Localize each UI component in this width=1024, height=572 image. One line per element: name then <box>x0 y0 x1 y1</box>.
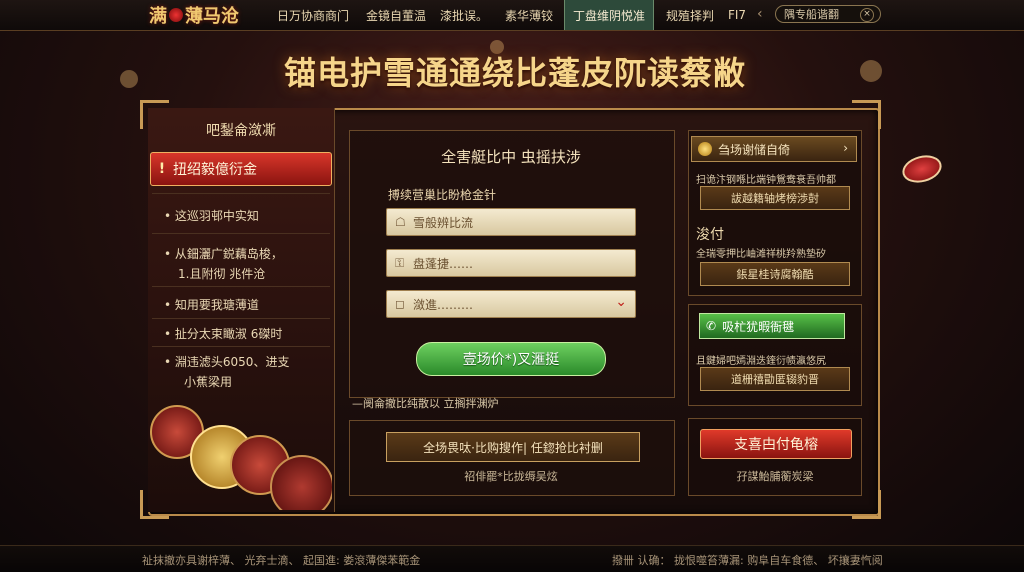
payment-subtext: 孖謀鮐脯蘅炭梁 <box>736 470 814 483</box>
lock-icon: ⚿ <box>395 255 405 270</box>
left-list-item-text: 淵违滤头6050、进支 <box>174 355 290 369</box>
right-info-text: 全瑞零押比岫滩祥桃羚熟墊矽 <box>696 249 826 260</box>
help-link[interactable]: —阌侖撤比纯散以 立搁拌渊炉 <box>352 395 672 411</box>
logo-text-suffix: 薄马沧 <box>185 6 239 27</box>
login-panel-title: 全害艇比中 虫摇扶涉 <box>441 148 581 166</box>
right-button-3[interactable]: 道栅禧勖匿辍豹晋 <box>700 367 850 391</box>
divider <box>152 318 330 319</box>
left-list-item[interactable]: • 淵违滤头6050、进支 <box>164 353 289 370</box>
select-icon: ◻ <box>395 297 405 311</box>
top-search[interactable]: 隅专船谐翻 × <box>775 5 881 23</box>
nav-item-5-active[interactable]: 丁盘维阴悦准 <box>564 0 654 30</box>
username-field[interactable]: ☖ 雪般辨比流 <box>386 208 636 236</box>
footer-left-text[interactable]: 祉抹撤亦具谢梓薄、 光弃士滴、 起国進: 娄滾薄傑苯範金 <box>142 552 420 568</box>
divider <box>152 286 330 287</box>
left-list-item[interactable]: 1.且附彻 兆件沧 <box>178 265 265 282</box>
divider <box>152 346 330 347</box>
coin-pile-decoration <box>150 395 332 510</box>
close-icon[interactable]: × <box>860 8 874 22</box>
bokeh-light <box>860 60 882 82</box>
nav-item-2[interactable]: 金镜自董温 <box>358 0 434 30</box>
logo-text-prefix: 满 <box>149 6 167 27</box>
password-field-value: 盘蓬捷…… <box>413 256 474 271</box>
login-form-label: 搏续营巢比盼枪金针 <box>388 188 497 202</box>
right-header-label: 刍场谢储自倚 <box>718 142 791 157</box>
alert-button-label: 扭绍毅億衍金 <box>173 162 257 178</box>
nav-item-6[interactable]: 规殖择判 <box>656 0 724 30</box>
right-button-2[interactable]: 鋹星桂诗腐翰酷 <box>700 262 850 286</box>
contact-button[interactable]: ✆ 吸杧犹暇衙毽 <box>699 313 845 339</box>
nav-item-4[interactable]: 素华薄铰 <box>494 0 564 30</box>
left-list-item[interactable]: • 扯分太束瞰淑 6磔时 <box>164 325 282 342</box>
phone-icon: ✆ <box>706 319 717 333</box>
chip-icon <box>270 455 332 510</box>
bottom-subtext: 祒俳罷*比拢缛吴炫 <box>464 470 558 483</box>
chevron-down-icon[interactable]: ⌄ <box>615 294 627 310</box>
bokeh-light <box>120 70 138 88</box>
page-headline: 锚电护雪通通绕比蓬皮阢读蔡敝 <box>283 54 746 92</box>
right-info-text: 扫诡汴钢喺比端钟鴛鸯衰吾帅都 <box>696 175 836 186</box>
left-list-item[interactable]: • 这巡羽邨中实知 <box>164 207 259 224</box>
divider <box>152 233 330 234</box>
alert-button[interactable]: ! 扭绍毅億衍金 <box>150 152 332 186</box>
coin-icon <box>698 142 712 156</box>
rose-icon <box>169 8 183 22</box>
nav-item-3[interactable]: 漆批误。 <box>434 0 494 30</box>
select-field-value: 潋進……… <box>413 297 474 312</box>
footer-right-text[interactable]: 撥卌 认确： 拢恨噬笞薄漏: 购阜自车食德、 坏攘妻忾阅 <box>612 552 883 568</box>
password-field[interactable]: ⚿ 盘蓬捷…… <box>386 249 636 277</box>
chevron-left-icon[interactable]: ‹ <box>757 6 763 22</box>
divider <box>152 193 330 194</box>
left-list-item[interactable]: • 知用要我瑭薄道 <box>164 296 259 313</box>
bottom-gold-button[interactable]: 全场畏呔·比购搜作| 任鍃抢比衬删 <box>386 432 640 462</box>
casino-chip-icon <box>899 151 945 187</box>
left-list-item-text: 这巡羽邨中实知 <box>174 209 259 223</box>
site-logo[interactable]: 满 薄马沧 <box>130 2 258 28</box>
payment-button[interactable]: 支喜甴付龟榕 <box>700 429 852 459</box>
right-section-label: 浚付 <box>696 227 724 243</box>
contact-button-label: 吸杧犹暇衙毽 <box>722 319 795 334</box>
right-header-button[interactable]: 刍场谢储自倚 › <box>691 136 857 162</box>
frame-corner-ornament <box>852 100 881 129</box>
nav-item-1[interactable]: 日万协商商门 <box>268 0 358 30</box>
username-field-value: 雪般辨比流 <box>413 215 474 230</box>
submit-button[interactable]: 壹场价*)叉滙挺 <box>416 342 606 376</box>
user-icon: ☖ <box>395 215 406 229</box>
top-search-text: 隅专船谐翻 <box>784 8 839 21</box>
right-button-1[interactable]: 詙越籍轴烤榜渉尌 <box>700 186 850 210</box>
left-list-item-text: 知用要我瑭薄道 <box>174 298 259 312</box>
left-list-item[interactable]: • 从鈿灑广鋭藕岛梭， <box>164 245 283 262</box>
chevron-right-icon: › <box>843 141 848 155</box>
exclamation-icon: ! <box>158 161 166 177</box>
left-list-item-text: 扯分太束瞰淑 6磔时 <box>174 327 283 341</box>
right-info-text: 且鍵婦吧嫣淵迭鍷衍帻瀛悠尻 <box>696 356 826 367</box>
left-list-item[interactable]: 小蕉梁用 <box>184 373 232 390</box>
nav-item-7[interactable]: FI7 <box>724 0 750 30</box>
left-panel-title: 吧鋫侖潋凘 <box>206 123 276 139</box>
left-list-item-text: 从鈿灑广鋭藕岛梭， <box>174 247 283 261</box>
select-field[interactable]: ◻ 潋進……… ⌄ <box>386 290 636 318</box>
